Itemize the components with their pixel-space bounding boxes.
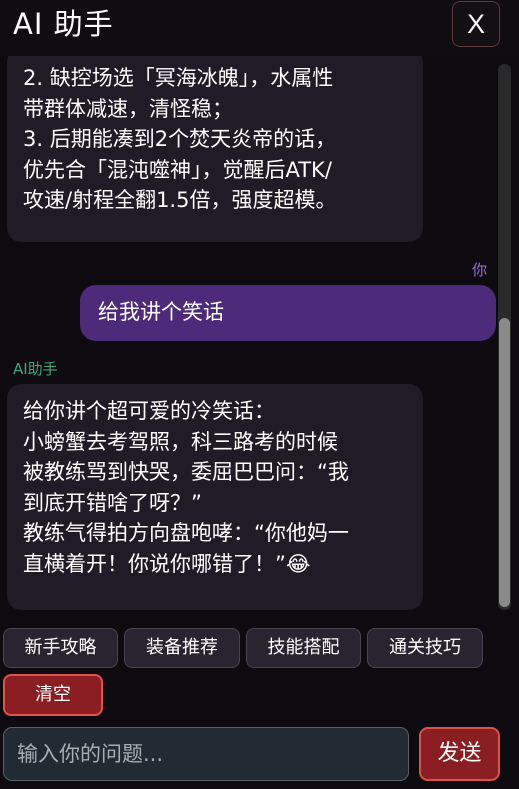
message-line: 给你讲个超可爱的冷笑话：: [23, 399, 275, 423]
user-sender-label: 你: [472, 261, 488, 279]
message-line: 小螃蟹去考驾照，科三路考的时候: [23, 429, 338, 454]
quick-action-beginner-guide[interactable]: 新手攻略: [3, 628, 118, 668]
ai-message: 2. 缺控场选「冥海冰魄」，水属性 带群体减速，清怪稳； 3. 后期能凑到2个焚…: [7, 56, 423, 242]
user-message: 给我讲个笑话: [80, 285, 496, 341]
message-line: 直横着开！你说你哪错了！”😂: [23, 551, 311, 576]
message-line: 到底开错啥了呀？”: [23, 490, 202, 515]
message-line: 带群体减速，清怪稳；: [23, 96, 233, 121]
clear-button[interactable]: 清空: [3, 674, 103, 716]
quick-action-skills[interactable]: 技能搭配: [246, 628, 361, 668]
message-line: 给我讲个笑话: [98, 300, 224, 324]
message-line: 攻速/射程全翻1.5倍，强度超模。: [23, 188, 337, 212]
quick-action-clear-tips[interactable]: 通关技巧: [367, 628, 483, 668]
ai-message: 给你讲个超可爱的冷笑话： 小螃蟹去考驾照，科三路考的时候 被教练骂到快哭，委屈巴…: [7, 384, 423, 610]
send-button[interactable]: 发送: [419, 727, 500, 781]
chat-history[interactable]: 2. 缺控场选「冥海冰魄」，水属性 带群体减速，清怪稳； 3. 后期能凑到2个焚…: [0, 56, 519, 618]
close-button[interactable]: X: [452, 1, 500, 47]
app-title: AI 助手: [13, 7, 114, 41]
scrollbar-thumb[interactable]: [499, 318, 510, 607]
app-header: AI 助手 X: [0, 0, 519, 56]
quick-action-equipment[interactable]: 装备推荐: [124, 628, 240, 668]
message-line: 被教练骂到快哭，委屈巴巴问：“我: [23, 460, 349, 484]
ai-sender-label: AI助手: [13, 360, 58, 378]
message-line: 优先合「混沌噬神」，觉醒后ATK/: [23, 157, 332, 182]
message-line: 2. 缺控场选「冥海冰魄」，水属性: [23, 66, 334, 90]
message-line: 教练气得拍方向盘咆哮：“你他妈一: [23, 521, 349, 545]
message-line: 3. 后期能凑到2个焚天炎帝的话，: [23, 127, 337, 151]
question-input[interactable]: 输入你的问题...: [3, 727, 409, 781]
